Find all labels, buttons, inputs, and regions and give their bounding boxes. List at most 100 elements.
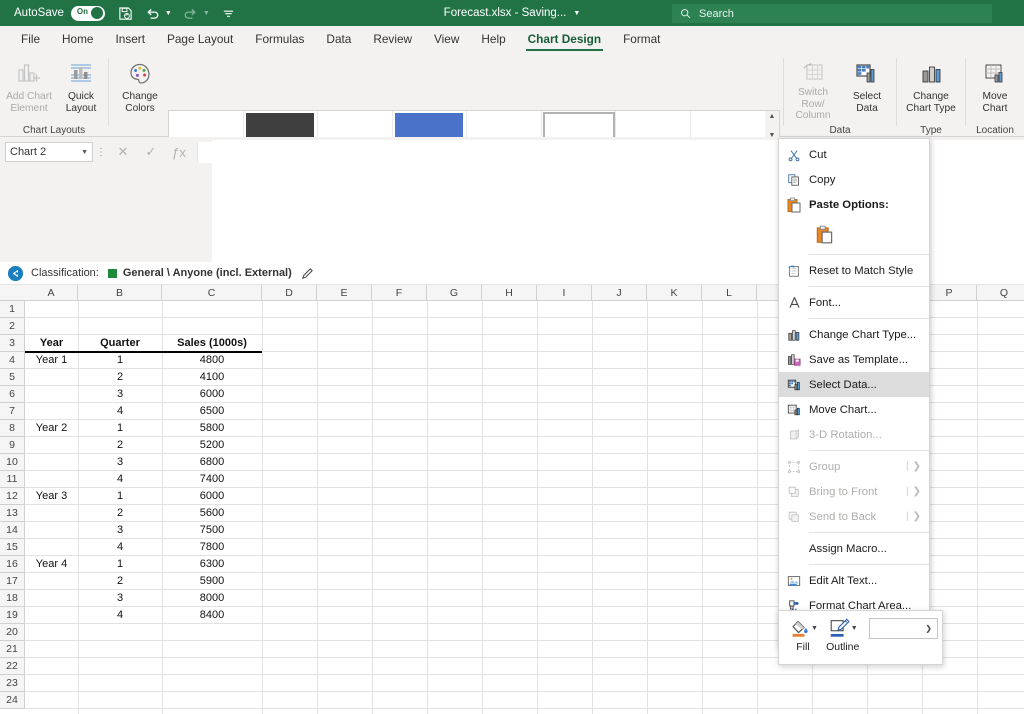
cell-A12[interactable]: Year 3 <box>25 488 78 505</box>
row-header-24[interactable]: 24 <box>0 692 25 709</box>
row-header-18[interactable]: 18 <box>0 590 25 607</box>
cell-B16[interactable]: 1 <box>78 556 162 573</box>
context-menu-item-save-as-template[interactable]: Save as Template... <box>779 347 929 372</box>
context-menu-item-move-chart[interactable]: Move Chart... <box>779 397 929 422</box>
fill-button[interactable]: ▼ Fill <box>785 616 821 653</box>
tab-help[interactable]: Help <box>470 26 516 53</box>
row-header-12[interactable]: 12 <box>0 488 25 505</box>
cancel-entry-button[interactable]: ✕ <box>109 141 137 163</box>
cell-A8[interactable]: Year 2 <box>25 420 78 437</box>
row-header-11[interactable]: 11 <box>0 471 25 488</box>
outline-button[interactable]: ▼ Outline <box>821 616 865 653</box>
edit-classification-icon[interactable] <box>301 267 314 280</box>
cell-C6[interactable]: 6000 <box>162 386 262 403</box>
context-menu-item-select-data[interactable]: Select Data... <box>779 372 929 397</box>
cell-B12[interactable]: 1 <box>78 488 162 505</box>
cell-A3[interactable]: Year <box>25 335 78 352</box>
tab-format[interactable]: Format <box>612 26 671 53</box>
context-menu-item-edit-alt-text[interactable]: Edit Alt Text... <box>779 568 929 593</box>
tab-page-layout[interactable]: Page Layout <box>156 26 244 53</box>
context-menu-item-change-chart-type[interactable]: Change Chart Type... <box>779 322 929 347</box>
row-header-13[interactable]: 13 <box>0 505 25 522</box>
column-header-B[interactable]: B <box>78 285 162 301</box>
cell-B7[interactable]: 4 <box>78 403 162 420</box>
row-header-10[interactable]: 10 <box>0 454 25 471</box>
cell-B17[interactable]: 2 <box>78 573 162 590</box>
cell-B6[interactable]: 3 <box>78 386 162 403</box>
mini-toolbar[interactable]: ▼ Fill ▼ Outline ❯ <box>778 610 943 665</box>
cell-C17[interactable]: 5900 <box>162 573 262 590</box>
name-box[interactable]: Chart 2 ▼ <box>5 142 93 162</box>
row-header-6[interactable]: 6 <box>0 386 25 403</box>
tab-data[interactable]: Data <box>315 26 362 53</box>
cell-B8[interactable]: 1 <box>78 420 162 437</box>
column-header-A[interactable]: A <box>25 285 78 301</box>
context-menu-item-copy[interactable]: Copy <box>779 167 929 192</box>
tab-review[interactable]: Review <box>362 26 423 53</box>
cell-B18[interactable]: 3 <box>78 590 162 607</box>
cell-C7[interactable]: 6500 <box>162 403 262 420</box>
tab-file[interactable]: File <box>10 26 51 53</box>
row-header-16[interactable]: 16 <box>0 556 25 573</box>
chevron-down-icon[interactable]: ❯ <box>925 624 932 633</box>
row-header-8[interactable]: 8 <box>0 420 25 437</box>
context-menu-item-cut[interactable]: Cut <box>779 142 929 167</box>
cell-C10[interactable]: 6800 <box>162 454 262 471</box>
tab-insert[interactable]: Insert <box>104 26 156 53</box>
cell-A16[interactable]: Year 4 <box>25 556 78 573</box>
change-colors-button[interactable]: Change Colors <box>113 59 167 121</box>
cell-B15[interactable]: 4 <box>78 539 162 556</box>
row-header-14[interactable]: 14 <box>0 522 25 539</box>
select-data-button[interactable]: Select Data <box>840 59 894 121</box>
context-menu-item-reset-to-match-style[interactable]: Reset to Match Style <box>779 258 929 283</box>
cell-C4[interactable]: 4800 <box>162 352 262 369</box>
document-title-caret[interactable]: ▼ <box>573 10 580 17</box>
confirm-entry-button[interactable]: ✓ <box>137 141 165 163</box>
formula-bar-expand-grip[interactable]: ⋮ <box>93 147 109 158</box>
outline-dropdown-caret[interactable]: ▼ <box>851 625 858 632</box>
cell-C8[interactable]: 5800 <box>162 420 262 437</box>
row-header-5[interactable]: 5 <box>0 369 25 386</box>
autosave-toggle[interactable]: On <box>71 6 105 21</box>
tab-chart-design[interactable]: Chart Design <box>517 26 612 53</box>
tab-view[interactable]: View <box>423 26 470 53</box>
chart-context-menu[interactable]: Cut Copy Paste Options: Reset to Match S <box>778 138 930 647</box>
cell-C11[interactable]: 7400 <box>162 471 262 488</box>
column-header-I[interactable]: I <box>537 285 592 301</box>
add-chart-element-button[interactable]: Add Chart Element <box>2 59 56 121</box>
cell-C9[interactable]: 5200 <box>162 437 262 454</box>
customize-quick-access-toolbar-icon[interactable] <box>220 5 237 22</box>
context-menu-item-font[interactable]: Font... <box>779 290 929 315</box>
cell-C18[interactable]: 8000 <box>162 590 262 607</box>
cell-C15[interactable]: 7800 <box>162 539 262 556</box>
row-header-4[interactable]: 4 <box>0 352 25 369</box>
column-header-K[interactable]: K <box>647 285 702 301</box>
paste-keep-source-formatting-icon[interactable] <box>813 222 836 247</box>
cell-C16[interactable]: 6300 <box>162 556 262 573</box>
column-header-Q[interactable]: Q <box>977 285 1024 301</box>
scroll-up-icon[interactable]: ▲ <box>769 112 776 122</box>
row-header-2[interactable]: 2 <box>0 318 25 335</box>
column-header-D[interactable]: D <box>262 285 317 301</box>
row-header-20[interactable]: 20 <box>0 624 25 641</box>
cell-B4[interactable]: 1 <box>78 352 162 369</box>
row-header-22[interactable]: 22 <box>0 658 25 675</box>
cell-B9[interactable]: 2 <box>78 437 162 454</box>
row-header-1[interactable]: 1 <box>0 301 25 318</box>
column-header-F[interactable]: F <box>372 285 427 301</box>
undo-dropdown-caret[interactable]: ▼ <box>165 10 172 17</box>
context-menu-item-assign-macro[interactable]: Assign Macro... <box>779 536 929 561</box>
cell-B14[interactable]: 3 <box>78 522 162 539</box>
search-box[interactable]: Search <box>672 4 992 23</box>
row-header-17[interactable]: 17 <box>0 573 25 590</box>
tab-home[interactable]: Home <box>51 26 104 53</box>
redo-dropdown-caret[interactable]: ▼ <box>203 10 210 17</box>
column-header-G[interactable]: G <box>427 285 482 301</box>
column-header-H[interactable]: H <box>482 285 537 301</box>
cell-B13[interactable]: 2 <box>78 505 162 522</box>
cell-B5[interactable]: 2 <box>78 369 162 386</box>
undo-icon[interactable] <box>144 5 161 22</box>
cell-C13[interactable]: 5600 <box>162 505 262 522</box>
tab-formulas[interactable]: Formulas <box>244 26 315 53</box>
fill-dropdown-caret[interactable]: ▼ <box>811 625 818 632</box>
